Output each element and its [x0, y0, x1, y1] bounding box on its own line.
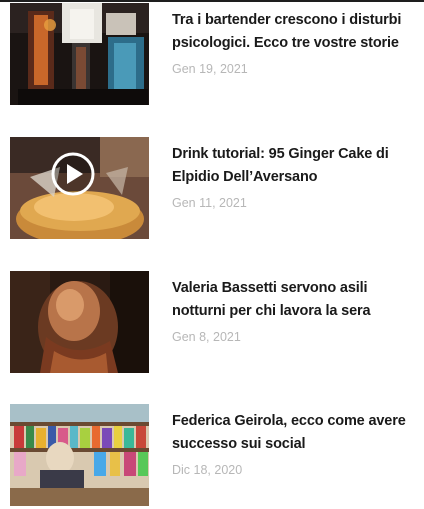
cocktail-photo	[10, 137, 149, 239]
article-title[interactable]: Tra i bartender crescono i disturbi psic…	[172, 9, 422, 55]
article-title[interactable]: Federica Geirola, ecco come avere succes…	[172, 410, 422, 456]
article-item[interactable]: Tra i bartender crescono i disturbi psic…	[0, 1, 424, 105]
article-item[interactable]: Drink tutorial: 95 Ginger Cake di Elpidi…	[0, 135, 424, 239]
article-item[interactable]: Valeria Bassetti servono asili notturni …	[0, 269, 424, 373]
article-date: Gen 19, 2021	[172, 62, 248, 76]
play-icon	[51, 152, 95, 196]
article-title[interactable]: Valeria Bassetti servono asili notturni …	[172, 277, 422, 323]
article-thumbnail[interactable]	[10, 3, 149, 105]
article-date: Dic 18, 2020	[172, 463, 243, 477]
bar-shelf-photo	[10, 404, 149, 506]
article-date: Gen 8, 2021	[172, 330, 241, 344]
bartender-photo	[10, 3, 149, 105]
portrait-photo	[10, 271, 149, 373]
article-thumbnail[interactable]	[10, 404, 149, 506]
article-item[interactable]: Federica Geirola, ecco come avere succes…	[0, 402, 424, 506]
article-thumbnail[interactable]	[10, 271, 149, 373]
article-list: Tra i bartender crescono i disturbi psic…	[0, 0, 424, 509]
article-title[interactable]: Drink tutorial: 95 Ginger Cake di Elpidi…	[172, 143, 422, 189]
article-thumbnail[interactable]	[10, 137, 149, 239]
article-date: Gen 11, 2021	[172, 196, 247, 210]
